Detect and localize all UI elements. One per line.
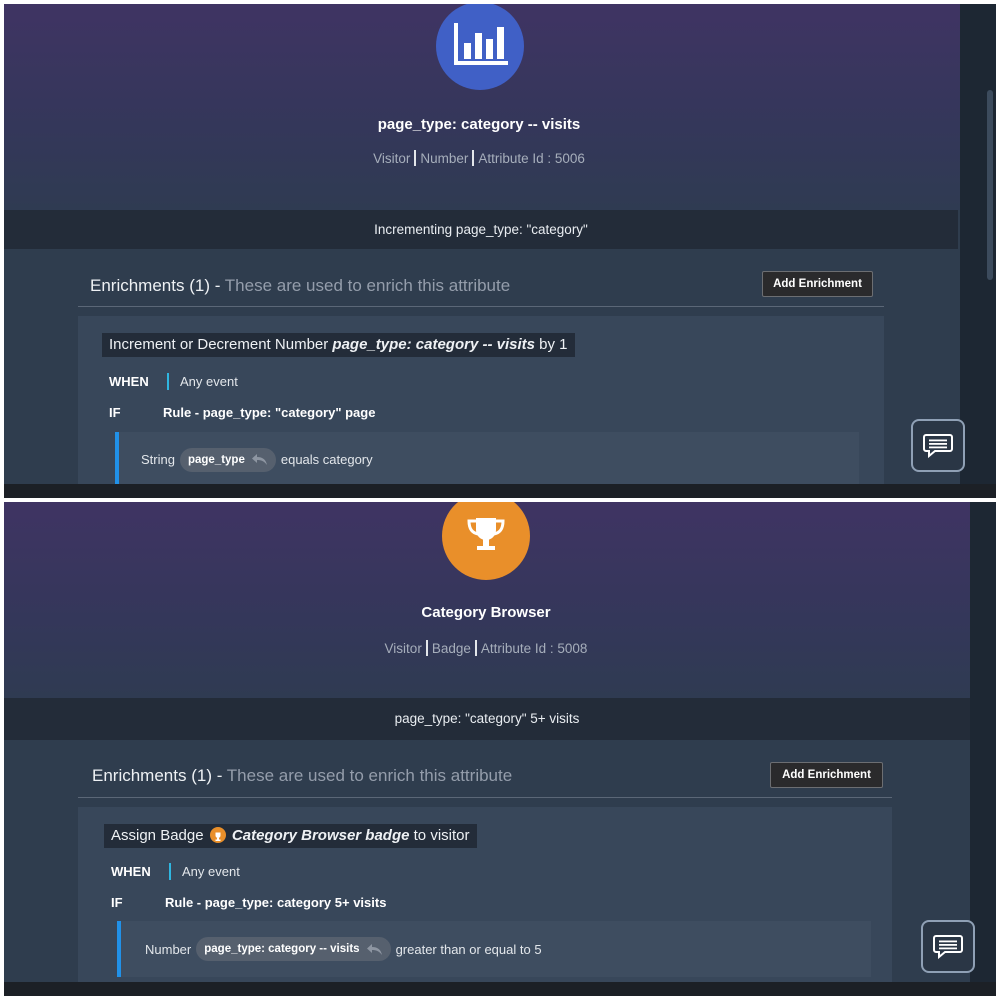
condition-attribute-pill[interactable]: page_type: category -- visits [196,937,391,961]
meta-type: Number [420,151,469,166]
enrichments-title: Enrichments (1) - [92,766,223,785]
when-label: WHEN [109,374,149,389]
meta-attribute-id: Attribute Id : 5006 [478,151,585,166]
enrichments-subtitle: These are used to enrich this attribute [226,766,513,785]
action-suffix: to visitor [413,827,470,844]
divider [78,797,892,798]
attribute-detail: page_type: category -- visits Visitor Num… [4,4,960,496]
attribute-hero: Category Browser Visitor Badge Attribute I… [4,502,970,698]
reply-arrow-icon [366,943,382,955]
divider [78,306,884,307]
pill-label: page_type [187,453,245,466]
scrollbar-thumb[interactable] [987,90,993,280]
add-enrichment-button[interactable]: Add Enrichment [770,762,883,788]
trophy-icon [442,502,530,580]
if-label: IF [111,895,123,910]
attribute-panel-visits: page_type: category -- visits Visitor Num… [4,4,996,498]
when-bar [169,863,171,880]
when-value: Any event [182,864,240,879]
meta-separator [472,150,475,166]
rule-name: Rule - page_type: category 5+ visits [165,895,387,910]
action-target: page_type: category -- visits [332,336,535,353]
badge-trophy-icon [209,827,226,843]
enrichments-header: Enrichments (1) - These are used to enri… [92,766,512,786]
attribute-meta: Visitor Number Attribute Id : 5006 [4,150,954,166]
when-row: WHEN Any event [111,863,240,880]
when-bar [167,373,169,390]
chat-button[interactable] [911,419,965,472]
horizontal-scrollbar[interactable] [4,484,996,498]
condition-text: greater than or equal to 5 [395,941,542,957]
action-prefix: Assign Badge [111,827,204,844]
attribute-hero: page_type: category -- visits Visitor Num… [4,4,960,210]
enrichments-header: Enrichments (1) - These are used to enri… [90,276,510,296]
enrichment-card[interactable]: Assign Badge Category Browser badge to v… [78,807,892,987]
attribute-detail: Category Browser Visitor Badge Attribute I… [4,502,970,987]
pill-label: page_type: category -- visits [204,943,360,955]
horizontal-scrollbar[interactable] [4,982,996,996]
vertical-scrollbar[interactable] [960,4,996,484]
meta-separator [414,150,417,166]
enrichments-subtitle: These are used to enrich this attribute [224,276,511,295]
attribute-panel-badge: Category Browser Visitor Badge Attribute I… [4,502,996,996]
action-prefix: Increment or Decrement Number [109,336,329,353]
vertical-scrollbar[interactable] [970,502,996,982]
condition-text: equals category [280,452,373,467]
if-label: IF [109,405,121,420]
condition-row: Number page_type: category -- visits gre… [117,921,871,977]
reply-arrow-icon [251,454,267,465]
meta-type: Badge [431,641,471,656]
enrichment-action: Assign Badge Category Browser badge to v… [104,824,477,848]
condition-type: String [141,452,175,467]
attribute-title: page_type: category -- visits [377,116,581,133]
action-suffix: by 1 [539,336,568,353]
condition-attribute-pill[interactable]: page_type [179,447,276,472]
enrichments-title: Enrichments (1) - [90,276,221,295]
bar-chart-icon [436,4,524,90]
meta-separator [425,640,428,656]
condition-row: String page_type equals category [115,432,859,487]
attribute-meta: Visitor Badge Attribute Id : 5008 [4,640,968,656]
meta-attribute-id: Attribute Id : 5008 [480,641,588,656]
when-label: WHEN [111,864,151,879]
add-enrichment-button[interactable]: Add Enrichment [762,271,873,297]
enrichment-action: Increment or Decrement Number page_type:… [102,333,575,357]
if-row: IF Rule - page_type: "category" page [109,405,375,420]
if-row: IF Rule - page_type: category 5+ visits [111,895,386,910]
meta-scope: Visitor [373,151,411,166]
when-row: WHEN Any event [109,373,238,390]
attribute-title: Category Browser [421,604,551,621]
chat-icon [933,934,963,959]
when-value: Any event [180,374,238,389]
chat-icon [923,433,953,458]
attribute-description: Incrementing page_type: "category" [4,210,958,249]
condition-type: Number [145,941,192,957]
meta-scope: Visitor [384,641,422,656]
meta-separator [474,640,477,656]
enrichment-card[interactable]: Increment or Decrement Number page_type:… [78,316,884,496]
action-target: Category Browser badge [231,827,410,844]
attribute-description: page_type: "category" 5+ visits [4,698,970,740]
rule-name: Rule - page_type: "category" page [163,405,376,420]
chat-button[interactable] [921,920,975,973]
